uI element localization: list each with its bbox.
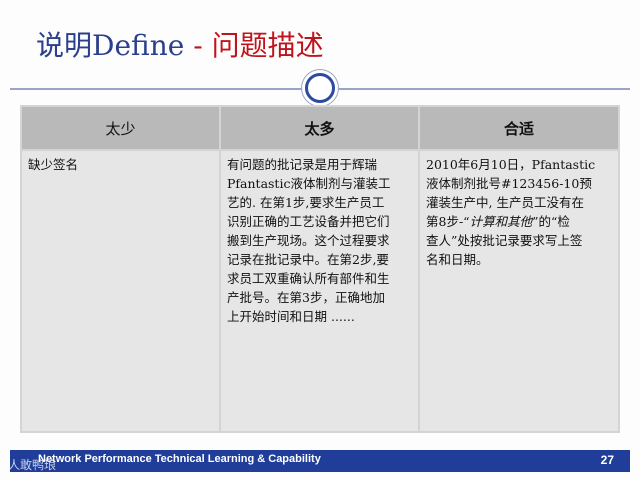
slide-title: 说明Define - 问题描述 [36,26,324,66]
appropriate-line: 液体制剂批号#123456-10预 [426,176,592,191]
divider-circle-icon [305,73,335,103]
appropriate-line: 名和日期。 [426,252,489,267]
cell-too-much: 有问题的批记录是用于辉瑞 Pfantastic液体制剂与灌装工 艺的. 在第1步… [221,151,418,431]
too-much-line: 产批号。在第3步，正确地加 [227,290,385,305]
appropriate-line: 灌装生产中, 生产员工没有在 [426,195,584,210]
too-much-line: Pfantastic液体制剂与灌装工 [227,176,391,191]
footer-text: Network Performance Technical Learning &… [38,453,321,465]
cell-appropriate: 2010年6月10日，Pfantastic 液体制剂批号#123456-10预 … [420,151,618,431]
appropriate-line: 第8步-“计算和其他”的“检 [426,212,612,231]
title-main: 问题描述 [211,29,324,62]
comparison-table: 太少 太多 合适 缺少签名 有问题的批记录是用于辉瑞 Pfantastic液体制… [20,105,620,433]
appropriate-seg: ”的“检 [532,214,570,229]
slide: 说明Define - 问题描述 太少 太多 合适 缺少签名 有问题的批记录是用于… [0,0,640,480]
header-too-little: 太少 [22,107,219,149]
footer-bar: Network Performance Technical Learning &… [10,450,630,472]
page-number: 27 [600,453,614,467]
too-much-line: 求员工双重确认所有部件和生 [227,271,390,286]
title-prefix: 说明Define [36,29,185,62]
appropriate-line: 查人”处按批记录要求写上签 [426,233,583,248]
too-much-line: 记录在批记录中。在第2步,要 [227,252,389,267]
appropriate-seg: 第8步-“ [426,214,470,229]
header-too-much: 太多 [221,107,418,149]
calc-and-other-emphasis: 计算和其他 [469,214,533,229]
watermark: 人敢鸭琅 [8,458,57,472]
cell-too-little: 缺少签名 [22,151,219,431]
too-much-line: 艺的. 在第1步,要求生产员工 [227,195,385,210]
too-much-line: 上开始时间和日期 ...... [227,309,355,324]
title-dash: - [184,29,212,62]
too-much-line: 有问题的批记录是用于辉瑞 [227,157,378,172]
header-appropriate: 合适 [420,107,618,149]
too-much-line: 识别正确的工艺设备并把它们 [227,214,390,229]
too-much-line: 搬到生产现场。这个过程要求 [227,233,390,248]
appropriate-line: 2010年6月10日，Pfantastic [426,157,596,172]
